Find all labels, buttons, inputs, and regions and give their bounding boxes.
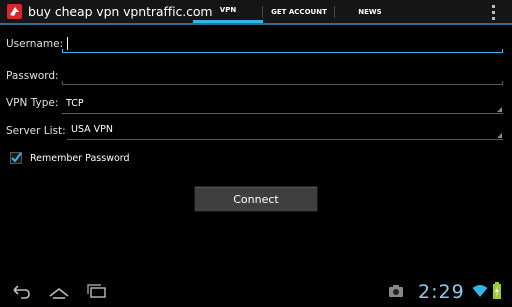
checkbox-checked-icon[interactable] [10, 152, 22, 164]
password-field[interactable] [62, 69, 503, 85]
wifi-icon [472, 285, 488, 297]
tab-label: NEWS [358, 7, 382, 16]
overflow-menu-icon[interactable] [490, 5, 496, 20]
vpn-type-spinner[interactable]: TCP [62, 98, 503, 114]
server-list-label: Server List: [6, 125, 66, 137]
server-list-value: USA VPN [71, 124, 114, 135]
remember-password-row[interactable]: Remember Password [10, 151, 130, 165]
tab-vpn[interactable]: VPN [193, 0, 263, 23]
username-input[interactable] [66, 37, 463, 52]
vpn-type-value: TCP [66, 98, 84, 109]
camera-icon[interactable] [388, 284, 404, 298]
battery-charging-icon [493, 282, 501, 299]
tab-bar: VPN GET ACCOUNT NEWS [193, 0, 405, 25]
remember-password-label: Remember Password [30, 152, 130, 164]
app-title: buy cheap vpn vpntraffic.com [28, 4, 213, 19]
spinner-arrow-icon [497, 107, 502, 112]
recent-apps-icon[interactable] [85, 283, 109, 301]
text-cursor [67, 37, 68, 50]
tab-get-account[interactable]: GET ACCOUNT [263, 0, 335, 23]
action-bar: buy cheap vpn vpntraffic.com VPN GET ACC… [0, 0, 512, 25]
password-input[interactable] [66, 69, 463, 84]
tab-label: GET ACCOUNT [271, 7, 327, 16]
connect-button[interactable]: Connect [194, 186, 318, 212]
status-clock: 2:29 [418, 281, 465, 303]
password-label: Password: [6, 70, 59, 82]
username-label: Username: [6, 38, 64, 50]
back-icon[interactable] [8, 283, 32, 301]
system-nav-bar: 2:29 [0, 278, 512, 307]
tab-label: VPN [219, 6, 237, 14]
home-icon[interactable] [47, 283, 71, 301]
server-list-spinner[interactable]: USA VPN [67, 124, 503, 140]
app-logo-icon [7, 4, 22, 19]
vpn-type-label: VPN Type: [6, 97, 59, 109]
spinner-arrow-icon [497, 133, 502, 138]
tab-news[interactable]: NEWS [335, 0, 405, 23]
username-field[interactable] [62, 37, 503, 53]
